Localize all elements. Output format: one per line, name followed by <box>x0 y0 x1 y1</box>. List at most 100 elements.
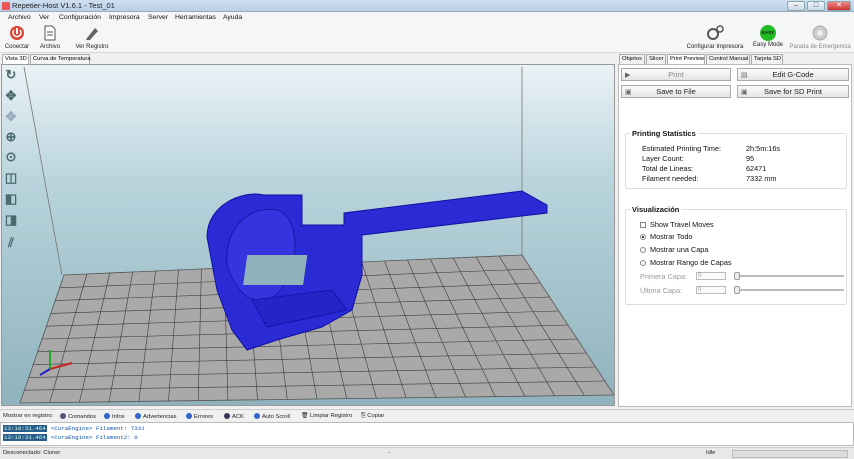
connect-button[interactable]: Conectar <box>2 25 32 50</box>
power-icon <box>10 26 24 40</box>
close-button[interactable]: ✕ <box>827 1 851 11</box>
pencil-icon <box>86 28 98 40</box>
stop-gear-icon <box>812 25 828 41</box>
menu-ver[interactable]: Ver <box>39 14 49 21</box>
first-layer-label: Primera Capa: <box>640 272 688 281</box>
easy-mode-button[interactable]: EASY Easy Mode <box>750 25 786 48</box>
stat-value: 95 <box>746 154 755 163</box>
print-button[interactable]: ▶ Print <box>621 68 731 81</box>
menu-herramientas[interactable]: Herramientas <box>175 14 216 21</box>
last-layer-slider[interactable] <box>734 289 844 291</box>
status-bar: Desconectado: Cloner - Idle <box>0 447 854 459</box>
stat-label: Filament needed: <box>642 174 699 183</box>
maximize-button[interactable]: □ <box>807 1 825 11</box>
title-bar: Repetier-Host V1.6.1 - Test_01 – □ ✕ <box>0 0 854 12</box>
autoscroll-icon <box>254 413 260 419</box>
last-layer-spinner[interactable]: 0 <box>696 286 726 294</box>
trash-icon: 🗑 <box>301 413 309 419</box>
tab-objects[interactable]: Objetos <box>619 54 645 64</box>
menu-server[interactable]: Server <box>148 14 168 21</box>
clear-log-button[interactable]: 🗑 Limpiar Registro <box>301 413 352 419</box>
menu-ayuda[interactable]: Ayuda <box>223 14 242 21</box>
toggle-errors[interactable]: Errores <box>186 413 213 420</box>
show-travel-checkbox[interactable]: Show Travel Moves <box>640 220 714 229</box>
stat-label: Layer Count: <box>642 154 684 163</box>
menu-bar: Archivo Ver Configuración Impresora Serv… <box>0 12 854 23</box>
sd-save-icon: ▣ <box>741 89 748 96</box>
tab-temperature-curve[interactable]: Curva de Temperatura <box>30 54 91 64</box>
emergency-stop-button[interactable]: Parada de Emergencia <box>788 25 852 50</box>
last-layer-thumb[interactable] <box>734 286 740 294</box>
toggle-commands[interactable]: Comandos <box>60 413 96 420</box>
info-icon <box>104 413 110 419</box>
first-layer-slider[interactable] <box>734 275 844 277</box>
gears-icon <box>707 25 724 40</box>
first-layer-thumb[interactable] <box>734 272 740 280</box>
document-icon <box>44 25 56 41</box>
move-object-icon[interactable]: ✥ <box>4 110 18 124</box>
stat-value: 62471 <box>746 164 767 173</box>
toggle-autoscroll[interactable]: Auto Scroll <box>254 413 290 420</box>
warning-icon <box>135 413 141 419</box>
stat-value: 2h:5m:16s <box>746 144 781 153</box>
iso-view-icon[interactable]: ◫ <box>4 171 18 185</box>
parallel-projection-icon[interactable]: ⫽ <box>4 236 18 250</box>
reset-view-icon[interactable]: ↻ <box>4 68 18 82</box>
log-show-label: Mostrar en registro: <box>3 413 54 419</box>
save-for-sd-button[interactable]: ▣ Save for SD Print <box>737 85 849 98</box>
copy-icon: ⎘ <box>361 413 366 419</box>
log-line: 13:10:31.464 <CuraEngine> Filament: 7331 <box>3 425 145 432</box>
statistics-title: Printing Statistics <box>630 129 698 138</box>
3d-viewport[interactable] <box>1 64 615 406</box>
move-icon[interactable]: ✥ <box>4 89 18 103</box>
connection-status: Desconectado: Cloner <box>3 450 61 456</box>
configure-printer-button[interactable]: Configurar Impresora <box>682 25 748 50</box>
print-preview-panel: ▶ Print ▤ Edit G-Code ▣ Save to File ▣ Save … <box>618 64 852 407</box>
app-icon <box>2 2 10 10</box>
minimize-button[interactable]: – <box>787 1 805 11</box>
commands-icon <box>60 413 66 419</box>
view-log-button[interactable]: Ver Registro <box>70 25 114 50</box>
stat-value: 7332 mm <box>746 174 777 183</box>
view-tabs: Vista 3D Curva de Temperatura <box>0 54 620 65</box>
toggle-infos[interactable]: Infos <box>104 413 125 420</box>
zoom-in-icon[interactable]: ⊕ <box>4 130 18 144</box>
first-layer-spinner[interactable]: 0 <box>696 272 726 280</box>
show-all-radio[interactable]: Mostrar Todo <box>640 232 692 241</box>
menu-archivo[interactable]: Archivo <box>8 14 31 21</box>
stat-label: Total de Lineas: <box>642 164 694 173</box>
toolbar: Conectar Archivo Ver Registro Configurar… <box>0 23 854 53</box>
copy-log-button[interactable]: ⎘ Copiar <box>361 413 384 420</box>
tab-sd-card[interactable]: Tarjeta SD <box>751 54 783 64</box>
save-to-file-button[interactable]: ▣ Save to File <box>621 85 731 98</box>
show-layer-range-radio[interactable]: Mostrar Rango de Capas <box>640 258 732 267</box>
menu-configuracion[interactable]: Configuración <box>59 14 101 21</box>
show-one-layer-radio[interactable]: Mostrar una Capa <box>640 245 708 254</box>
log-area[interactable]: 13:10:31.464 <CuraEngine> Filament: 7331 … <box>0 422 854 446</box>
stat-label: Estimated Printing Time: <box>642 144 722 153</box>
printer-state: Idle <box>706 450 716 456</box>
status-separator: - <box>388 450 390 456</box>
error-icon <box>186 413 192 419</box>
easy-mode-icon: EASY <box>760 25 776 41</box>
ack-icon <box>224 413 230 419</box>
view-toolbar: ↻ ✥ ✥ ⊕ ⊙ ◫ ◧ ◨ ⫽ <box>1 65 21 265</box>
log-line: 13:10:31.464 <CuraEngine> Filament2: 0 <box>3 434 138 441</box>
last-layer-label: Última Capa: <box>640 286 683 295</box>
file-button[interactable]: Archivo <box>34 25 66 50</box>
visualization-title: Visualización <box>630 205 682 214</box>
window-title: Repetier-Host V1.6.1 - Test_01 <box>12 1 115 10</box>
tab-manual-control[interactable]: Control Manual <box>706 54 750 64</box>
edit-gcode-button[interactable]: ▤ Edit G-Code <box>737 68 849 81</box>
save-icon: ▣ <box>625 89 632 96</box>
progress-bar <box>732 450 848 458</box>
log-filter-bar: Mostrar en registro: Comandos Infos Adve… <box>0 409 854 422</box>
front-view-icon[interactable]: ◧ <box>4 192 18 206</box>
menu-impresora[interactable]: Impresora <box>109 14 140 21</box>
side-view-icon[interactable]: ◨ <box>4 213 18 227</box>
toggle-ack[interactable]: ACK <box>224 413 244 420</box>
tab-slicer[interactable]: Slicer <box>646 54 666 64</box>
printing-statistics: Printing Statistics Estimated Printing T… <box>625 129 847 189</box>
zoom-icon[interactable]: ⊙ <box>4 150 18 164</box>
toggle-warnings[interactable]: Advertencias <box>135 413 177 420</box>
